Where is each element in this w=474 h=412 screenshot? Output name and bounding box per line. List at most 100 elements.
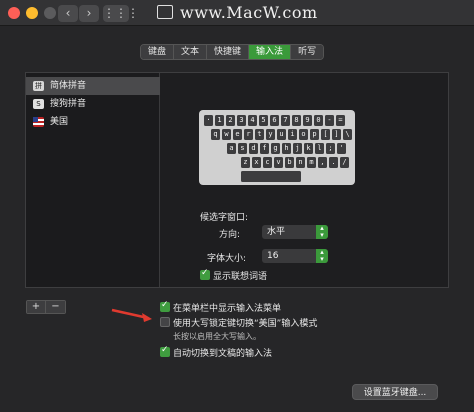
caps-lock-label: 使用大写锁定键切换“美国”输入模式 <box>173 319 318 329</box>
us-flag-icon <box>33 117 44 127</box>
keyboard-key: / <box>340 157 349 168</box>
keyboard-key: m <box>307 157 316 168</box>
keyboard-key: x <box>252 157 261 168</box>
add-source-button[interactable]: + <box>27 301 46 313</box>
back-button[interactable]: ‹ <box>58 5 78 22</box>
keyboard-key: y <box>266 129 275 140</box>
keyboard-key: e <box>233 129 242 140</box>
keyboard-key: k <box>304 143 313 154</box>
keyboard-key: o <box>299 129 308 140</box>
font-size-label: 字体大小: <box>207 254 247 264</box>
input-source-list: 拼 简体拼音 S 搜狗拼音 美国 <box>26 73 160 287</box>
title-bar: ‹ › ⋮⋮⋮ www.MacW.com <box>0 0 474 26</box>
show-menu-label: 在菜单栏中显示输入法菜单 <box>173 304 282 314</box>
keyboard-key: [ <box>321 129 330 140</box>
keyboard-key: 5 <box>259 115 268 126</box>
remove-source-button[interactable]: − <box>46 301 65 313</box>
select-stepper-icon: ▴ ▾ <box>316 225 328 239</box>
tab-bar: 键盘 文本 快捷键 输入法 听写 <box>140 44 325 60</box>
keyboard-key: 0 <box>314 115 323 126</box>
orientation-value: 水平 <box>267 227 286 237</box>
keyboard-key: 6 <box>270 115 279 126</box>
keyboard-key: j <box>293 143 302 154</box>
keyboard-key: b <box>285 157 294 168</box>
tab-shortcuts[interactable]: 快捷键 <box>207 45 250 59</box>
auto-switch-checkbox[interactable] <box>160 345 170 357</box>
keyboard-key: g <box>271 143 280 154</box>
list-item-label: 搜狗拼音 <box>50 99 87 109</box>
keyboard-key: ; <box>326 143 335 154</box>
list-item-jianpin[interactable]: 拼 简体拼音 <box>26 77 160 95</box>
show-menu-checkbox[interactable] <box>160 300 170 312</box>
keyboard-key: p <box>310 129 319 140</box>
preferences-window: ‹ › ⋮⋮⋮ www.MacW.com 键盘 文本 快捷键 输入法 听写 拼 … <box>0 0 474 412</box>
keyboard-key: u <box>277 129 286 140</box>
minimize-button[interactable] <box>26 7 38 19</box>
sogou-icon: S <box>33 99 44 109</box>
keyboard-key: q <box>211 129 220 140</box>
keyboard-row: q w e r t y u i o p[] \ <box>211 129 352 140</box>
keyboard-key: 8 <box>292 115 301 126</box>
setup-bluetooth-keyboard-button[interactable]: 设置蓝牙键盘... <box>352 384 438 400</box>
keyboard-key: f <box>260 143 269 154</box>
show-all-button[interactable]: ⋮⋮⋮ <box>103 5 139 22</box>
keyboard-key: r <box>244 129 253 140</box>
orientation-select[interactable]: 水平 ▴ ▾ <box>262 225 328 239</box>
keyboard-key: ' <box>337 143 346 154</box>
keyboard-key: - <box>325 115 334 126</box>
caps-lock-checkbox[interactable] <box>160 317 170 327</box>
keyboard-key: l <box>315 143 324 154</box>
keyboard-row: a s d f g h j k l; ' <box>227 143 346 154</box>
keyboard-key: . <box>329 157 338 168</box>
keyboard-key: · <box>204 115 213 126</box>
show-suggestions-checkbox[interactable] <box>200 268 210 280</box>
tab-keyboard[interactable]: 键盘 <box>141 45 175 59</box>
keyboard-key: ] <box>332 129 341 140</box>
auto-switch-label: 自动切换到文稿的输入法 <box>173 349 273 359</box>
keyboard-key: 3 <box>237 115 246 126</box>
chevron-right-icon: › <box>86 6 92 20</box>
keyboard-key: 2 <box>226 115 235 126</box>
keyboard-key: a <box>227 143 236 154</box>
keyboard-key: , <box>318 157 327 168</box>
keyboard-key: w <box>222 129 231 140</box>
keyboard-row: z x c v b n m,. / <box>241 157 349 168</box>
close-button[interactable] <box>8 7 20 19</box>
keyboard-key: c <box>263 157 272 168</box>
keyboard-preview: · 1 2 3 4 5 6 7 8 9 0- = q w e r t y u i o p[] \ a s d f g h j k l; ' … <box>199 110 355 185</box>
grid-icon: ⋮⋮⋮ <box>103 6 139 20</box>
keyboard-key: 9 <box>303 115 312 126</box>
keyboard-key: v <box>274 157 283 168</box>
keyboard-key: h <box>282 143 291 154</box>
select-stepper-icon: ▴ ▾ <box>316 249 328 263</box>
list-item-label: 美国 <box>50 117 69 127</box>
show-suggestions-label: 显示联想词语 <box>213 272 268 282</box>
list-item-sogou[interactable]: S 搜狗拼音 <box>26 95 160 113</box>
keyboard-key: 1 <box>215 115 224 126</box>
list-item-us[interactable]: 美国 <box>26 113 160 131</box>
keyboard-key: \ <box>343 129 352 140</box>
list-item-label: 简体拼音 <box>50 81 87 91</box>
keyboard-row: · 1 2 3 4 5 6 7 8 9 0- = <box>204 115 345 126</box>
keyboard-key: z <box>241 157 250 168</box>
spacebar-key <box>241 171 301 182</box>
keyboard-row <box>241 171 301 182</box>
watermark-monitor-icon <box>157 5 173 19</box>
font-size-value: 16 <box>267 251 279 261</box>
list-controls: + − <box>26 300 66 314</box>
tab-dictation[interactable]: 听写 <box>291 45 324 59</box>
forward-button[interactable]: › <box>79 5 99 22</box>
watermark-text: www.MacW.com <box>180 3 318 22</box>
jianpin-icon: 拼 <box>33 81 44 91</box>
candidate-window-heading: 候选字窗口: <box>200 213 249 223</box>
keyboard-key: n <box>296 157 305 168</box>
zoom-button[interactable] <box>44 7 56 19</box>
keyboard-key: i <box>288 129 297 140</box>
keyboard-key: = <box>336 115 345 126</box>
chevron-left-icon: ‹ <box>65 6 71 20</box>
keyboard-key: 4 <box>248 115 257 126</box>
keyboard-key: t <box>255 129 264 140</box>
tab-input-sources[interactable]: 输入法 <box>249 45 292 59</box>
font-size-select[interactable]: 16 ▴ ▾ <box>262 249 328 263</box>
tab-text[interactable]: 文本 <box>174 45 208 59</box>
